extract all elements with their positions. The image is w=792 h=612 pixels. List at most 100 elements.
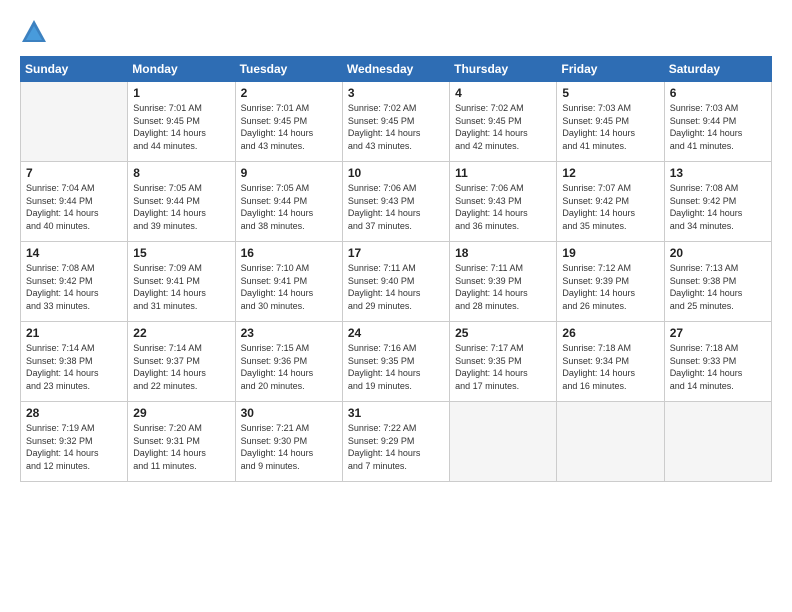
page: SundayMondayTuesdayWednesdayThursdayFrid…: [0, 0, 792, 612]
day-number: 10: [348, 166, 444, 180]
weekday-header-friday: Friday: [557, 57, 664, 82]
day-info: Sunrise: 7:18 AMSunset: 9:34 PMDaylight:…: [562, 342, 658, 392]
day-number: 18: [455, 246, 551, 260]
day-info: Sunrise: 7:05 AMSunset: 9:44 PMDaylight:…: [241, 182, 337, 232]
calendar-cell: 13 Sunrise: 7:08 AMSunset: 9:42 PMDayligh…: [664, 162, 771, 242]
weekday-header-row: SundayMondayTuesdayWednesdayThursdayFrid…: [21, 57, 772, 82]
day-number: 13: [670, 166, 766, 180]
calendar-cell: 12Sunrise: 7:07 AMSunset: 9:42 PMDayligh…: [557, 162, 664, 242]
calendar-cell: 14 Sunrise: 7:08 AMSunset: 9:42 PMDayligh…: [21, 242, 128, 322]
day-number: 12: [562, 166, 658, 180]
calendar-cell: 24Sunrise: 7:16 AMSunset: 9:35 PMDayligh…: [342, 322, 449, 402]
day-number: 27: [670, 326, 766, 340]
day-info: Sunrise: 7:08 AMSunset: 9:42 PMDaylight:…: [670, 182, 766, 232]
weekday-header-saturday: Saturday: [664, 57, 771, 82]
day-number: 4: [455, 86, 551, 100]
day-number: 31: [348, 406, 444, 420]
day-number: 8: [133, 166, 229, 180]
calendar-cell: 1 Sunrise: 7:01 AMSunset: 9:45 PMDaylight…: [128, 82, 235, 162]
day-number: 24: [348, 326, 444, 340]
calendar-cell: 6 Sunrise: 7:03 AMSunset: 9:44 PMDaylight…: [664, 82, 771, 162]
day-info: Sunrise: 7:10 AMSunset: 9:41 PMDaylight:…: [241, 262, 337, 312]
day-info: Sunrise: 7:12 AMSunset: 9:39 PMDaylight:…: [562, 262, 658, 312]
day-number: 14: [26, 246, 122, 260]
calendar-cell: 4 Sunrise: 7:02 AMSunset: 9:45 PMDaylight…: [450, 82, 557, 162]
weekday-header-tuesday: Tuesday: [235, 57, 342, 82]
weekday-header-thursday: Thursday: [450, 57, 557, 82]
calendar-cell: 30Sunrise: 7:21 AMSunset: 9:30 PMDayligh…: [235, 402, 342, 482]
calendar-cell: 19 Sunrise: 7:12 AMSunset: 9:39 PMDayligh…: [557, 242, 664, 322]
day-number: 23: [241, 326, 337, 340]
day-number: 17: [348, 246, 444, 260]
calendar-cell: 28 Sunrise: 7:19 AMSunset: 9:32 PMDayligh…: [21, 402, 128, 482]
day-number: 1: [133, 86, 229, 100]
weekday-header-monday: Monday: [128, 57, 235, 82]
calendar-week-1: 1 Sunrise: 7:01 AMSunset: 9:45 PMDaylight…: [21, 82, 772, 162]
day-info: Sunrise: 7:08 AMSunset: 9:42 PMDaylight:…: [26, 262, 122, 312]
calendar-cell: 9Sunrise: 7:05 AMSunset: 9:44 PMDaylight…: [235, 162, 342, 242]
calendar-body: 1 Sunrise: 7:01 AMSunset: 9:45 PMDaylight…: [21, 82, 772, 482]
day-info: Sunrise: 7:03 AMSunset: 9:45 PMDaylight:…: [562, 102, 658, 152]
logo-icon: [20, 18, 48, 46]
day-number: 19: [562, 246, 658, 260]
calendar-header: SundayMondayTuesdayWednesdayThursdayFrid…: [21, 57, 772, 82]
calendar-cell: 20 Sunrise: 7:13 AMSunset: 9:38 PMDayligh…: [664, 242, 771, 322]
calendar-cell: 17 Sunrise: 7:11 AMSunset: 9:40 PMDayligh…: [342, 242, 449, 322]
day-number: 22: [133, 326, 229, 340]
day-info: Sunrise: 7:01 AMSunset: 9:45 PMDaylight:…: [241, 102, 337, 152]
calendar-cell: 26 Sunrise: 7:18 AMSunset: 9:34 PMDayligh…: [557, 322, 664, 402]
day-number: 7: [26, 166, 122, 180]
day-info: Sunrise: 7:11 AMSunset: 9:39 PMDaylight:…: [455, 262, 551, 312]
calendar-cell: 16 Sunrise: 7:10 AMSunset: 9:41 PMDayligh…: [235, 242, 342, 322]
calendar-table: SundayMondayTuesdayWednesdayThursdayFrid…: [20, 56, 772, 482]
day-info: Sunrise: 7:19 AMSunset: 9:32 PMDaylight:…: [26, 422, 122, 472]
day-info: Sunrise: 7:20 AMSunset: 9:31 PMDaylight:…: [133, 422, 229, 472]
weekday-header-sunday: Sunday: [21, 57, 128, 82]
day-info: Sunrise: 7:17 AMSunset: 9:35 PMDaylight:…: [455, 342, 551, 392]
calendar-cell: 2 Sunrise: 7:01 AMSunset: 9:45 PMDaylight…: [235, 82, 342, 162]
calendar-week-3: 14 Sunrise: 7:08 AMSunset: 9:42 PMDayligh…: [21, 242, 772, 322]
day-number: 2: [241, 86, 337, 100]
day-number: 25: [455, 326, 551, 340]
day-info: Sunrise: 7:09 AMSunset: 9:41 PMDaylight:…: [133, 262, 229, 312]
day-info: Sunrise: 7:01 AMSunset: 9:45 PMDaylight:…: [133, 102, 229, 152]
day-number: 21: [26, 326, 122, 340]
day-info: Sunrise: 7:04 AMSunset: 9:44 PMDaylight:…: [26, 182, 122, 232]
day-number: 30: [241, 406, 337, 420]
day-info: Sunrise: 7:22 AMSunset: 9:29 PMDaylight:…: [348, 422, 444, 472]
calendar-cell: 8 Sunrise: 7:05 AMSunset: 9:44 PMDaylight…: [128, 162, 235, 242]
day-number: 15: [133, 246, 229, 260]
day-number: 5: [562, 86, 658, 100]
day-info: Sunrise: 7:11 AMSunset: 9:40 PMDaylight:…: [348, 262, 444, 312]
day-info: Sunrise: 7:03 AMSunset: 9:44 PMDaylight:…: [670, 102, 766, 152]
day-number: 16: [241, 246, 337, 260]
calendar-cell: [557, 402, 664, 482]
day-number: 20: [670, 246, 766, 260]
header: [20, 18, 772, 46]
day-info: Sunrise: 7:14 AMSunset: 9:37 PMDaylight:…: [133, 342, 229, 392]
logo: [20, 18, 52, 46]
day-number: 28: [26, 406, 122, 420]
calendar-cell: 10 Sunrise: 7:06 AMSunset: 9:43 PMDayligh…: [342, 162, 449, 242]
calendar-cell: 25 Sunrise: 7:17 AMSunset: 9:35 PMDayligh…: [450, 322, 557, 402]
day-info: Sunrise: 7:05 AMSunset: 9:44 PMDaylight:…: [133, 182, 229, 232]
day-info: Sunrise: 7:13 AMSunset: 9:38 PMDaylight:…: [670, 262, 766, 312]
day-info: Sunrise: 7:06 AMSunset: 9:43 PMDaylight:…: [348, 182, 444, 232]
day-number: 26: [562, 326, 658, 340]
day-number: 29: [133, 406, 229, 420]
day-number: 6: [670, 86, 766, 100]
calendar-cell: 29 Sunrise: 7:20 AMSunset: 9:31 PMDayligh…: [128, 402, 235, 482]
calendar-cell: [450, 402, 557, 482]
calendar-cell: [664, 402, 771, 482]
day-info: Sunrise: 7:06 AMSunset: 9:43 PMDaylight:…: [455, 182, 551, 232]
calendar-cell: 31 Sunrise: 7:22 AMSunset: 9:29 PMDayligh…: [342, 402, 449, 482]
day-number: 3: [348, 86, 444, 100]
calendar-cell: 22 Sunrise: 7:14 AMSunset: 9:37 PMDayligh…: [128, 322, 235, 402]
calendar-cell: 21Sunrise: 7:14 AMSunset: 9:38 PMDayligh…: [21, 322, 128, 402]
calendar-cell: [21, 82, 128, 162]
calendar-cell: 27Sunrise: 7:18 AMSunset: 9:33 PMDayligh…: [664, 322, 771, 402]
day-info: Sunrise: 7:15 AMSunset: 9:36 PMDaylight:…: [241, 342, 337, 392]
weekday-header-wednesday: Wednesday: [342, 57, 449, 82]
calendar-cell: 5 Sunrise: 7:03 AMSunset: 9:45 PMDaylight…: [557, 82, 664, 162]
day-info: Sunrise: 7:02 AMSunset: 9:45 PMDaylight:…: [455, 102, 551, 152]
